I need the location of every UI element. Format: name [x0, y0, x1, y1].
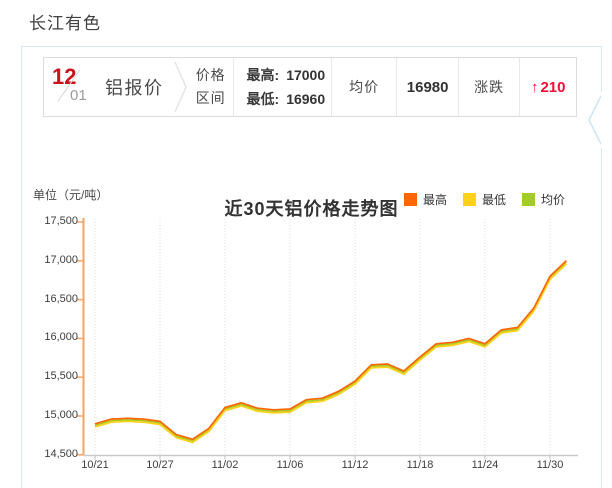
chart-unit-label: 单位（元/吨） — [33, 188, 109, 202]
change-value: 210 — [540, 78, 566, 96]
legend-label: 最高 — [423, 193, 448, 207]
legend-item[interactable]: 最低 — [463, 191, 506, 208]
change-label: 涨跌 — [457, 58, 520, 116]
quote-date: 12 01 — [44, 58, 96, 116]
y-tick-label: 16,000 — [44, 331, 78, 344]
y-tick-label: 14,500 — [44, 447, 78, 460]
panel-collapse-chevron-icon[interactable] — [584, 92, 604, 153]
legend-item[interactable]: 最高 — [404, 191, 447, 208]
high-label: 最高: — [246, 67, 280, 83]
quote-date-day: 01 — [70, 87, 87, 104]
x-tick-label: 11/18 — [406, 459, 434, 471]
price-range-label: 价格 区间 — [195, 67, 226, 106]
x-tick-label: 11/12 — [341, 459, 369, 471]
y-tick-label: 16,500 — [44, 292, 78, 305]
chart-legend: 最高 最低 均价 — [404, 191, 581, 208]
legend-label: 均价 — [541, 193, 566, 207]
quote-bar[interactable]: 12 01 铝报价 价格 区间 最高: 17000 最低: 16960 均价 1… — [43, 57, 577, 117]
x-tick-label: 11/02 — [211, 459, 239, 471]
x-tick-label: 10/27 — [146, 459, 174, 471]
up-arrow-icon: ↑ — [530, 78, 539, 96]
legend-swatch-icon — [522, 193, 536, 206]
x-tick-label: 11/06 — [276, 459, 304, 471]
avg-value: 16980 — [396, 58, 458, 116]
product-name[interactable]: 铝报价 — [96, 58, 173, 116]
y-tick-label: 17,000 — [44, 253, 78, 266]
legend-item[interactable]: 均价 — [522, 191, 565, 208]
high-low-block: 最高: 17000 最低: 16960 — [232, 58, 331, 116]
x-tick-label: 10/21 — [81, 459, 109, 471]
low-label: 最低: — [246, 91, 280, 107]
legend-swatch-icon — [463, 193, 477, 206]
legend-label: 最低 — [482, 193, 507, 207]
y-tick-label: 15,500 — [44, 370, 78, 383]
quote-panel: 12 01 铝报价 价格 区间 最高: 17000 最低: 16960 均价 1… — [21, 46, 602, 488]
y-tick-label: 15,000 — [44, 409, 78, 421]
breadcrumb-chevron-icon — [173, 58, 189, 116]
page: 长江有色 12 01 铝报价 价格 区间 最高: 17000 最低: 16960… — [0, 0, 612, 488]
x-tick-label: 11/24 — [471, 459, 499, 471]
page-title: 长江有色 — [29, 14, 101, 33]
avg-label: 均价 — [330, 58, 397, 116]
high-row: 最高: 17000 — [247, 63, 326, 87]
low-value: 16960 — [286, 91, 326, 107]
high-value: 17000 — [286, 67, 326, 83]
y-tick-label: 17,500 — [44, 215, 78, 227]
x-tick-label: 11/30 — [536, 459, 564, 471]
low-row: 最低: 16960 — [247, 87, 326, 111]
legend-swatch-icon — [404, 193, 417, 206]
change-value-block: ↑ 210 — [519, 58, 576, 116]
